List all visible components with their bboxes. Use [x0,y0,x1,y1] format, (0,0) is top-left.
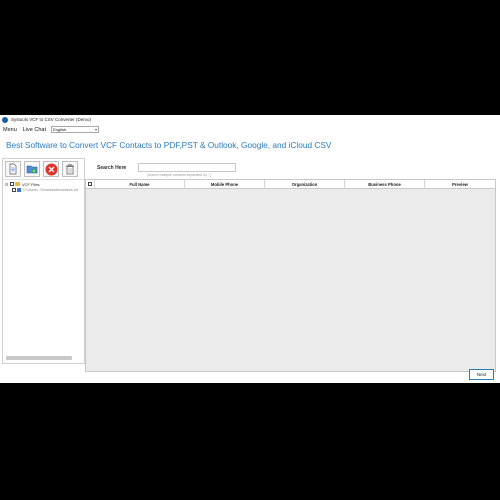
file-toolbar [5,161,78,177]
column-header-mobile-phone[interactable]: Mobile Phone [185,180,265,188]
tree-root-checkbox[interactable] [10,182,14,186]
search-input[interactable] [138,163,236,172]
add-folder-button[interactable] [24,161,40,177]
remove-button[interactable] [43,161,59,177]
toolbar-divider [3,179,84,180]
column-header-organization[interactable]: Organization [265,180,345,188]
select-all-checkbox[interactable] [88,182,92,186]
menu-bar: Menu Live Chat English ▾ [0,125,500,134]
horizontal-scrollbar[interactable] [6,356,72,360]
app-logo-icon [2,116,8,123]
next-button[interactable]: Next [469,369,494,380]
delete-button[interactable] [62,161,78,177]
grid-header: Full Name Mobile Phone Organization Busi… [86,180,495,189]
tree-root-label: VCF Files [22,181,40,187]
chevron-down-icon: ▾ [95,127,98,132]
column-header-preview[interactable]: Preview [425,180,495,188]
file-tree-panel: ⊟ VCF Files C:\Users\...\Downloads\conta… [2,158,85,364]
page-headline: Best Software to Convert VCF Contacts to… [6,140,332,150]
vcf-file-icon [17,188,21,192]
column-header-full-name[interactable]: Full Name [95,180,185,188]
tree-child[interactable]: C:\Users\...\Downloads\contacts.vcf [5,187,78,193]
search-arrow-icon: > [123,165,126,171]
search-hint: (search multiple contacts separated by '… [147,173,212,177]
search-label: Search Here [97,165,127,171]
tree-child-label: C:\Users\...\Downloads\contacts.vcf [23,188,79,192]
tree-child-checkbox[interactable] [12,188,16,192]
folder-icon [15,182,20,186]
menu-item-live-chat[interactable]: Live Chat [20,127,49,133]
add-folder-icon [26,165,38,174]
window-title: Systools VCF to CSV Converter (Demo) [11,117,92,122]
add-file-icon [9,163,17,175]
language-select[interactable]: English ▾ [51,126,100,133]
select-all-cell [86,180,95,188]
column-header-business-phone[interactable]: Business Phone [345,180,425,188]
contacts-grid: Full Name Mobile Phone Organization Busi… [85,179,496,372]
remove-icon [45,163,57,175]
menu-item-menu[interactable]: Menu [0,127,20,133]
language-value: English [53,127,67,132]
app-window: Systools VCF to CSV Converter (Demo) Men… [0,115,500,383]
file-tree: ⊟ VCF Files C:\Users\...\Downloads\conta… [5,181,78,193]
add-file-button[interactable] [5,161,21,177]
delete-icon [66,164,74,175]
title-bar: Systools VCF to CSV Converter (Demo) [0,115,500,124]
